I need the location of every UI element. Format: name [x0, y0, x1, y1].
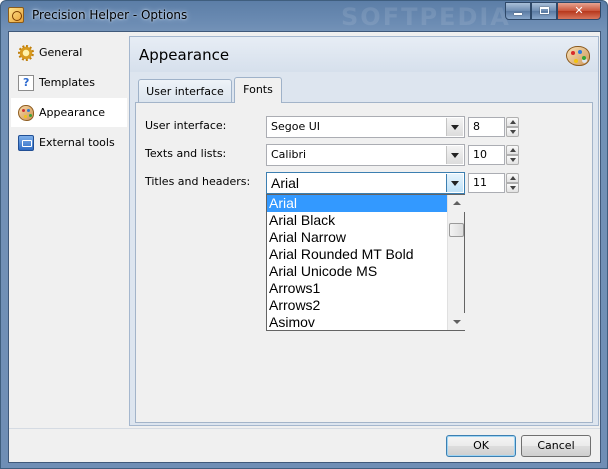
- sidebar-item-label: External tools: [39, 136, 115, 149]
- sidebar-item-general[interactable]: General: [11, 38, 127, 67]
- list-item[interactable]: Arrows1: [267, 280, 447, 297]
- texts-lists-size-input[interactable]: 10: [468, 145, 505, 165]
- sidebar-item-appearance[interactable]: Appearance: [11, 98, 127, 127]
- close-icon: ✕: [574, 4, 584, 17]
- sidebar-item-label: Appearance: [39, 106, 106, 119]
- sidebar: General Templates Appearance External to…: [9, 32, 129, 462]
- titles-headers-label: Titles and headers:: [145, 175, 251, 188]
- client-area: General Templates Appearance External to…: [8, 31, 601, 463]
- texts-lists-label: Texts and lists:: [145, 147, 227, 160]
- titles-headers-font-select[interactable]: Arial: [266, 172, 465, 194]
- watermark-text: SOFTPEDIA: [341, 3, 511, 31]
- font-dropdown-list[interactable]: Arial Arial Black Arial Narrow Arial Rou…: [266, 194, 465, 331]
- ok-button[interactable]: OK: [446, 435, 516, 457]
- titles-headers-size-stepper[interactable]: [506, 173, 519, 193]
- list-item[interactable]: Asimov: [267, 314, 447, 331]
- titles-headers-size-input[interactable]: 11: [468, 173, 505, 193]
- user-interface-label: User interface:: [145, 119, 227, 132]
- titles-headers-font-value: Arial: [271, 175, 300, 191]
- sidebar-item-templates[interactable]: Templates: [11, 68, 127, 97]
- user-interface-font-select[interactable]: Segoe UI: [266, 116, 465, 138]
- options-window: Precision Helper - Options SOFTPEDIA ✕ G…: [0, 0, 608, 469]
- cancel-button[interactable]: Cancel: [521, 435, 591, 457]
- scroll-thumb[interactable]: [449, 223, 464, 237]
- palette-icon: [566, 46, 590, 66]
- template-icon: [18, 75, 34, 91]
- list-item[interactable]: Arial Unicode MS: [267, 263, 447, 280]
- title-bar[interactable]: Precision Helper - Options SOFTPEDIA ✕: [1, 1, 607, 31]
- texts-lists-size-stepper[interactable]: [506, 145, 519, 165]
- palette-icon: [18, 105, 34, 121]
- window-title: Precision Helper - Options: [32, 8, 188, 22]
- sidebar-item-label: General: [39, 46, 83, 59]
- maximize-button[interactable]: [531, 2, 557, 20]
- stepper-down-icon[interactable]: [506, 183, 519, 193]
- app-icon: [8, 7, 24, 23]
- texts-lists-font-value: Calibri: [271, 148, 307, 161]
- list-item[interactable]: Arrows2: [267, 297, 447, 314]
- stepper-up-icon[interactable]: [506, 173, 519, 183]
- list-item[interactable]: Arial Narrow: [267, 229, 447, 246]
- stepper-down-icon[interactable]: [506, 155, 519, 165]
- chevron-down-icon[interactable]: [446, 174, 463, 192]
- list-item[interactable]: Arial Black: [267, 212, 447, 229]
- gear-icon: [18, 45, 34, 61]
- tab-user-interface[interactable]: User interface: [138, 79, 232, 103]
- user-interface-size-stepper[interactable]: [506, 117, 519, 137]
- panel-header: Appearance: [130, 37, 598, 72]
- chevron-down-icon[interactable]: [446, 146, 463, 164]
- minimize-button[interactable]: [505, 2, 531, 20]
- list-item[interactable]: Arial Rounded MT Bold: [267, 246, 447, 263]
- tab-fonts[interactable]: Fonts: [234, 77, 282, 103]
- chevron-down-icon[interactable]: [446, 118, 463, 136]
- list-item[interactable]: Arial: [267, 195, 447, 212]
- user-interface-font-value: Segoe UI: [271, 120, 321, 133]
- footer-divider: [9, 428, 600, 429]
- tools-icon: [18, 135, 34, 151]
- maximize-icon: [539, 7, 549, 14]
- scroll-down-icon[interactable]: [448, 313, 465, 330]
- fonts-tab-body: User interface: Segoe UI 8 Texts and lis…: [135, 102, 593, 423]
- stepper-up-icon[interactable]: [506, 117, 519, 127]
- close-button[interactable]: ✕: [557, 2, 601, 20]
- sidebar-item-label: Templates: [39, 76, 95, 89]
- dropdown-scrollbar[interactable]: [447, 195, 465, 330]
- scroll-up-icon[interactable]: [448, 195, 465, 212]
- page-title: Appearance: [139, 46, 230, 64]
- sidebar-item-external-tools[interactable]: External tools: [11, 128, 127, 157]
- minimize-icon: [514, 13, 522, 15]
- stepper-up-icon[interactable]: [506, 145, 519, 155]
- texts-lists-font-select[interactable]: Calibri: [266, 144, 465, 166]
- stepper-down-icon[interactable]: [506, 127, 519, 137]
- appearance-panel: Appearance User interface Fonts User int…: [129, 36, 599, 426]
- user-interface-size-input[interactable]: 8: [468, 117, 505, 137]
